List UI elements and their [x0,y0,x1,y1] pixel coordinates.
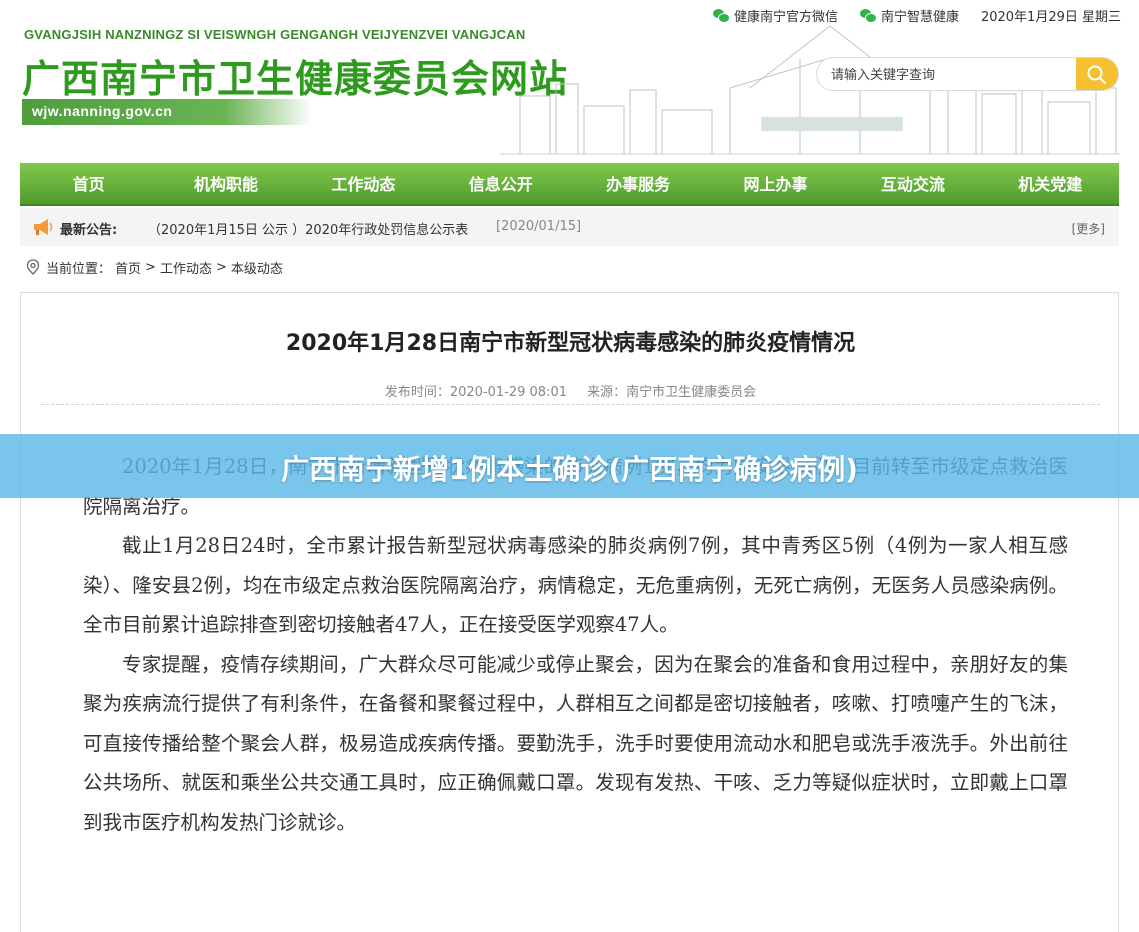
notice-date: [2020/01/15] [496,219,582,234]
nav-item-home[interactable]: 首页 [20,163,157,204]
headline-overlay-text: 广西南宁新增1例本土确诊(广西南宁确诊病例) [280,453,859,486]
site-domain: wjw.nanning.gov.cn [32,103,173,119]
nav-item-info-disclosure[interactable]: 信息公开 [432,163,569,204]
breadcrumb-work-news[interactable]: 工作动态 [160,258,212,277]
search-icon [1087,65,1107,85]
location-pin-icon [26,259,40,275]
page: 健康南宁官方微信 南宁智慧健康 2020年1月29日 星期三 GVANGJSIH… [0,0,1139,932]
site-pinyin: GVANGJSIH NANZNINGZ SI VEISWNGH GENGANGH… [24,27,526,42]
breadcrumb-separator: > [215,259,227,275]
breadcrumb-prefix: 当前位置： [46,261,112,277]
nav-item-work-news[interactable]: 工作动态 [295,163,432,204]
nav-item-organization[interactable]: 机构职能 [157,163,294,204]
notice-more-link[interactable]: [更多] [1072,220,1105,237]
nav-item-services[interactable]: 办事服务 [570,163,707,204]
article-paragraph: 专家提醒，疫情存续期间，广大群众尽可能减少或停止聚会，因为在聚会的准备和食用过程… [83,652,1068,834]
search-box [816,57,1119,91]
site-title[interactable]: 广西南宁市卫生健康委员会网站 [22,48,568,103]
nav-item-online-services[interactable]: 网上办事 [707,163,844,204]
article-panel: 2020年1月28日南宁市新型冠状病毒感染的肺炎疫情情况 发布时间：2020-0… [20,292,1119,932]
nav-item-interaction[interactable]: 互动交流 [844,163,981,204]
domain-bar: wjw.nanning.gov.cn [22,99,312,125]
notice-link[interactable]: （2020年1月15日 公示 ）2020年行政处罚信息公示表 [148,219,468,238]
divider [41,404,1100,405]
article-source: 来源：南宁市卫生健康委员会 [587,385,757,400]
main-nav: 首页 机构职能 工作动态 信息公开 办事服务 网上办事 互动交流 机关党建 [20,163,1119,206]
search-input[interactable] [831,65,1071,85]
publish-time: 发布时间：2020-01-29 08:01 [384,385,567,400]
notice-bar: 最新公告: （2020年1月15日 公示 ）2020年行政处罚信息公示表 [20… [20,208,1119,246]
headline-overlay-banner: 广西南宁新增1例本土确诊(广西南宁确诊病例) [0,434,1139,498]
breadcrumb: 当前位置： 首页 > 工作动态 > 本级动态 [24,257,283,277]
article-meta: 发布时间：2020-01-29 08:01 来源：南宁市卫生健康委员会 [21,381,1120,400]
breadcrumb-separator: > [145,259,156,275]
breadcrumb-local-news[interactable]: 本级动态 [231,258,283,277]
article-paragraph: 截止1月28日24时，全市累计报告新型冠状病毒感染的肺炎病例7例，其中青秀区5例… [83,534,1068,636]
search-button[interactable] [1076,58,1118,90]
nav-item-party-building[interactable]: 机关党建 [982,163,1119,204]
notice-label: 最新公告: [60,223,118,238]
article-body: 2020年1月28日，南宁市新增新型冠状病毒感染的肺炎病例1例，均为隆安县病例，… [83,447,1068,842]
site-header: 健康南宁官方微信 南宁智慧健康 2020年1月29日 星期三 GVANGJSIH… [0,0,1139,160]
megaphone-icon [34,219,53,235]
article-title: 2020年1月28日南宁市新型冠状病毒感染的肺炎疫情情况 [285,331,856,356]
breadcrumb-home[interactable]: 首页 [115,258,141,277]
